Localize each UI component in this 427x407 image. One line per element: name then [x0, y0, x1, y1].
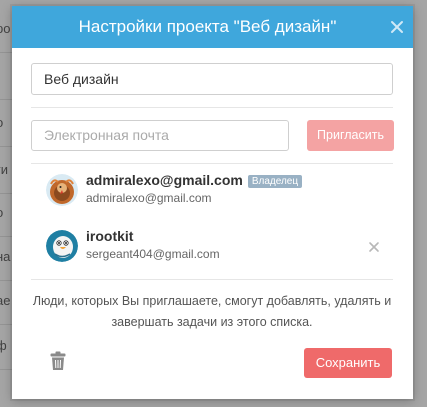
modal-header: Настройки проекта "Веб дизайн" [12, 6, 413, 48]
project-name-input[interactable]: Веб дизайн [31, 63, 393, 95]
turkey-avatar-icon [46, 174, 78, 206]
member-row: admiralexo@gmail.com Владелец admiralexo@… [46, 170, 396, 214]
owner-badge: Владелец [247, 175, 303, 188]
divider [31, 107, 393, 108]
save-button[interactable]: Сохранить [304, 348, 392, 378]
member-row: irootkit sergeant404@gmail.com [46, 226, 396, 270]
divider [31, 279, 393, 280]
modal-title: Настройки проекта "Веб дизайн" [78, 17, 337, 36]
close-icon[interactable] [387, 17, 407, 37]
remove-member-icon[interactable] [368, 240, 380, 252]
divider [31, 163, 393, 164]
invite-info-text: Люди, которых Вы приглашаете, смогут доб… [32, 294, 392, 329]
invite-button[interactable]: Пригласить [307, 120, 394, 151]
trash-icon[interactable] [50, 351, 66, 371]
member-name: irootkit [86, 228, 134, 244]
bird-avatar-icon [46, 230, 78, 262]
member-email: admiralexo@gmail.com [86, 191, 212, 205]
email-input[interactable]: Электронная почта [31, 120, 289, 151]
member-name: admiralexo@gmail.com Владелец [86, 172, 303, 188]
project-settings-modal: Настройки проекта "Веб дизайн" Веб дизай… [12, 6, 413, 399]
member-email: sergeant404@gmail.com [86, 247, 220, 261]
